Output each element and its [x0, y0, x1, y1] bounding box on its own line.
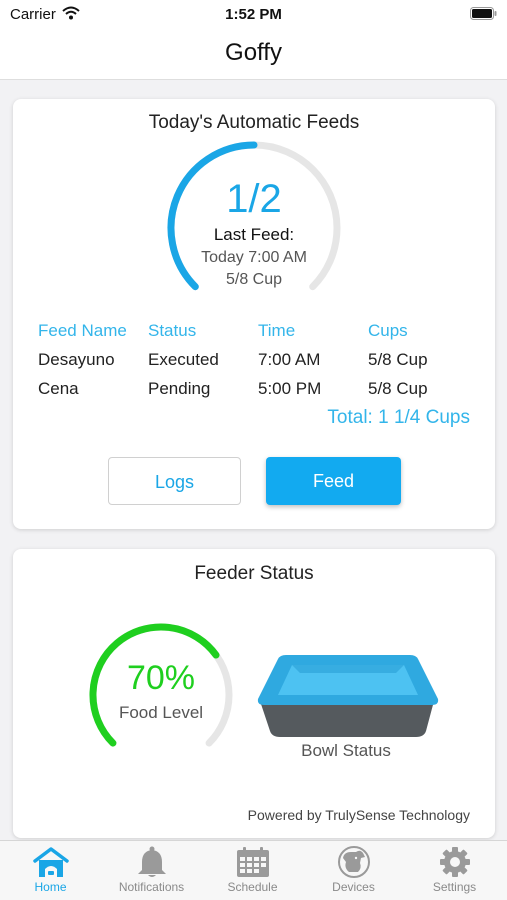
- feeds-progress-gauge: 1/2 Last Feed: Today 7:00 AM 5/8 Cup: [163, 141, 345, 301]
- header-feed-name: Feed Name: [38, 321, 127, 340]
- dog-icon: [337, 846, 370, 878]
- tab-notifications-label: Notifications: [118, 880, 185, 894]
- clock-time: 1:52 PM: [225, 6, 282, 23]
- feed-status-cell: Executed: [148, 350, 219, 369]
- navigation-bar: Goffy: [0, 30, 507, 80]
- table-row: Desayuno Executed 7:00 AM 5/8 Cup: [38, 350, 478, 379]
- last-feed-time: Today 7:00 AM: [201, 249, 307, 266]
- calendar-icon: [236, 847, 269, 877]
- feeds-count: 1/2: [226, 177, 282, 221]
- feeds-table: Feed Name Status Time Cups Desayuno Exec…: [38, 321, 478, 408]
- header-time: Time: [258, 321, 296, 340]
- tab-devices[interactable]: Devices: [303, 841, 404, 900]
- feed-button[interactable]: Feed: [266, 457, 401, 505]
- powered-by-text: Powered by TrulySense Technology: [247, 807, 470, 823]
- feed-cups-cell: 5/8 Cup: [368, 379, 428, 398]
- tab-notifications[interactable]: Notifications: [101, 841, 202, 900]
- food-level-percent: 70%: [126, 659, 196, 697]
- feed-time-cell: 5:00 PM: [258, 379, 322, 398]
- tab-settings-label: Settings: [432, 880, 477, 894]
- feed-name-cell: Cena: [38, 379, 79, 398]
- table-row: Cena Pending 5:00 PM 5/8 Cup: [38, 379, 478, 408]
- battery-icon: [470, 7, 497, 25]
- bell-icon: [137, 846, 166, 877]
- header-status: Status: [148, 321, 197, 340]
- gear-icon: [439, 847, 470, 877]
- tab-settings[interactable]: Settings: [404, 841, 505, 900]
- home-icon: [32, 847, 69, 877]
- tab-home[interactable]: Home: [0, 841, 101, 900]
- feed-status-cell: Pending: [148, 379, 211, 398]
- logs-button[interactable]: Logs: [108, 457, 241, 505]
- tab-schedule[interactable]: Schedule: [202, 841, 303, 900]
- food-level-gauge: 70% Food Level: [85, 623, 237, 753]
- food-level-label: Food Level: [118, 703, 204, 722]
- status-bar: Carrier 1:52 PM: [0, 0, 507, 30]
- bowl-status-label: Bowl Status: [301, 741, 391, 760]
- tab-bar: Home Notifications Schedule Devices Sett…: [0, 840, 507, 900]
- feed-time-cell: 7:00 AM: [258, 350, 321, 369]
- feeds-table-header: Feed Name Status Time Cups: [38, 321, 478, 350]
- last-feed-amount: 5/8 Cup: [225, 271, 283, 288]
- tab-home-label: Home: [34, 880, 67, 894]
- header-cups: Cups: [368, 321, 408, 340]
- total-cups: Total: 1 1/4 Cups: [327, 407, 470, 428]
- automatic-feeds-card: Today's Automatic Feeds 1/2 Last Feed: T…: [13, 99, 495, 529]
- bowl-icon: [256, 649, 440, 744]
- feeds-card-title: Today's Automatic Feeds: [148, 112, 360, 133]
- feeder-status-title: Feeder Status: [194, 563, 314, 584]
- tab-devices-label: Devices: [332, 880, 375, 894]
- feeder-status-card: Feeder Status 70% Food Level Bowl Status…: [13, 549, 495, 838]
- page-title: Goffy: [225, 39, 282, 66]
- last-feed-label: Last Feed:: [213, 225, 295, 244]
- feed-name-cell: Desayuno: [38, 350, 115, 369]
- tab-schedule-label: Schedule: [227, 880, 278, 894]
- feed-cups-cell: 5/8 Cup: [368, 350, 428, 369]
